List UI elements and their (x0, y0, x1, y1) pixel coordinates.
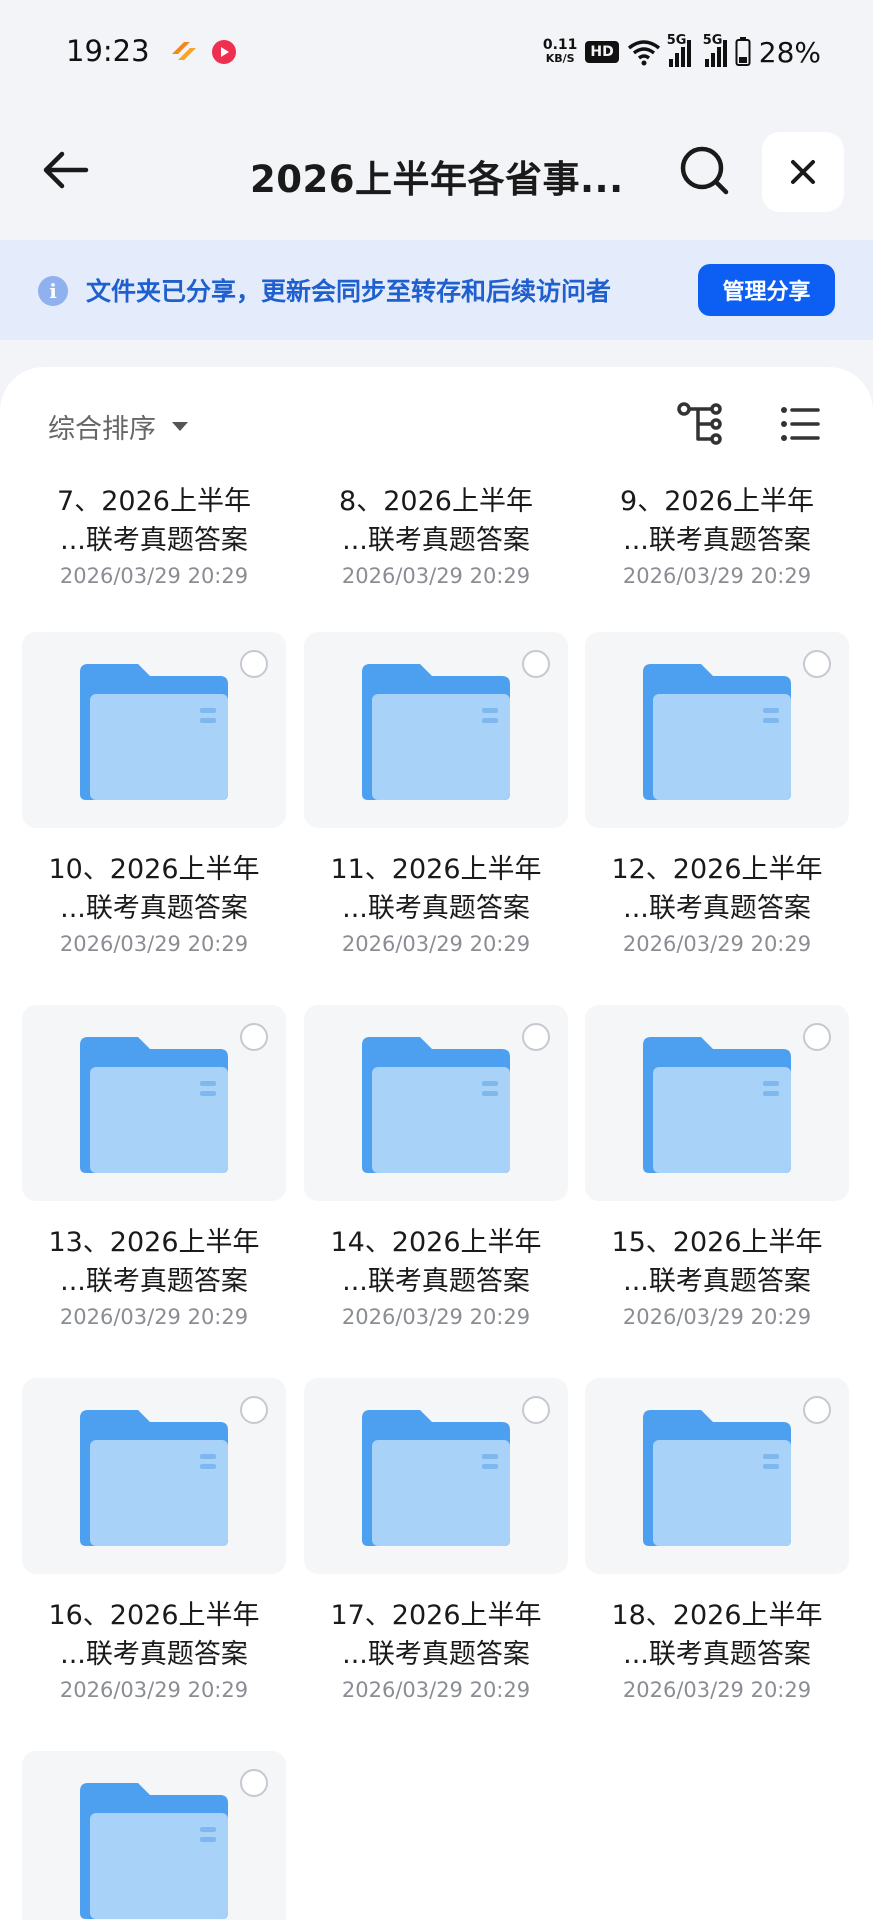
select-radio[interactable] (803, 1023, 831, 1051)
folder-thumbnail (22, 1378, 286, 1574)
share-notice-text: 文件夹已分享，更新会同步至转存和后续访问者 (86, 277, 612, 306)
info-icon: i (38, 276, 68, 306)
folder-icon (362, 1410, 510, 1546)
folder-item[interactable]: 18、2026上半年 ...联考真题答案 2026/03/29 20:29 (585, 1378, 849, 1702)
page-title: 2026上半年各省事... (250, 158, 624, 201)
select-radio[interactable] (240, 1023, 268, 1051)
battery-level: 28% (758, 35, 821, 69)
select-radio[interactable] (240, 1769, 268, 1797)
folder-thumbnail (585, 1005, 849, 1201)
select-radio[interactable] (522, 1396, 550, 1424)
folder-thumbnail (22, 632, 286, 828)
folder-icon (80, 1037, 228, 1173)
sort-label: 综合排序 (48, 414, 156, 445)
folder-item[interactable]: 14、2026上半年 ...联考真题答案 2026/03/29 20:29 (304, 1005, 568, 1329)
folder-thumbnail (304, 1005, 568, 1201)
status-time: 19:23 (66, 34, 150, 68)
folder-item[interactable]: 11、2026上半年 ...联考真题答案 2026/03/29 20:29 (304, 632, 568, 956)
app-notification-icon (172, 42, 196, 60)
caret-down-icon (172, 422, 188, 431)
tree-view-icon[interactable] (676, 401, 726, 447)
list-item[interactable]: 8、2026上半年 ...联考真题答案 2026/03/29 20:29 (304, 482, 568, 588)
folder-item[interactable]: 10、2026上半年 ...联考真题答案 2026/03/29 20:29 (22, 632, 286, 956)
folder-thumbnail (304, 632, 568, 828)
folder-icon (80, 664, 228, 800)
folder-icon (643, 1410, 791, 1546)
select-radio[interactable] (803, 1396, 831, 1424)
folder-icon (643, 664, 791, 800)
folder-item[interactable] (22, 1751, 286, 1920)
file-list-panel: 综合排序 7、2026上半年 ...联考真题答案 2026/03/29 20:2… (0, 367, 873, 1920)
status-icons: 0.11 KB/S HD 5G 5G 28% (543, 32, 821, 72)
list-view-icon[interactable] (780, 405, 820, 443)
video-app-icon (212, 40, 236, 64)
search-icon[interactable] (678, 144, 730, 196)
title-bar: 2026上半年各省事... (0, 105, 873, 240)
folder-item[interactable]: 15、2026上半年 ...联考真题答案 2026/03/29 20:29 (585, 1005, 849, 1329)
select-radio[interactable] (522, 1023, 550, 1051)
folder-thumbnail (304, 1378, 568, 1574)
folder-icon (80, 1410, 228, 1546)
wifi-icon (627, 40, 660, 66)
folder-thumbnail (22, 1005, 286, 1201)
select-radio[interactable] (803, 650, 831, 678)
folder-item[interactable]: 17、2026上半年 ...联考真题答案 2026/03/29 20:29 (304, 1378, 568, 1702)
select-radio[interactable] (240, 650, 268, 678)
folder-item[interactable]: 13、2026上半年 ...联考真题答案 2026/03/29 20:29 (22, 1005, 286, 1329)
share-banner: i 文件夹已分享，更新会同步至转存和后续访问者 管理分享 (0, 240, 873, 340)
close-icon (791, 160, 815, 184)
network-speed: 0.11 KB/S (542, 37, 578, 65)
manage-share-button[interactable]: 管理分享 (698, 264, 835, 316)
select-radio[interactable] (240, 1396, 268, 1424)
status-bar: 19:23 0.11 KB/S HD 5G 5G 28% (0, 0, 873, 105)
list-item[interactable]: 7、2026上半年 ...联考真题答案 2026/03/29 20:29 (22, 482, 286, 588)
folder-thumbnail (585, 632, 849, 828)
close-button[interactable] (762, 132, 844, 212)
back-arrow-icon[interactable] (40, 145, 90, 195)
folder-icon (80, 1783, 228, 1919)
folder-icon (362, 1037, 510, 1173)
folder-item[interactable]: 12、2026上半年 ...联考真题答案 2026/03/29 20:29 (585, 632, 849, 956)
select-radio[interactable] (522, 650, 550, 678)
sort-dropdown[interactable]: 综合排序 (48, 407, 188, 446)
signal-icon-2: 5G (703, 33, 727, 67)
signal-icon-1: 5G (667, 33, 691, 67)
list-item[interactable]: 9、2026上半年 ...联考真题答案 2026/03/29 20:29 (585, 482, 849, 588)
folder-icon (362, 664, 510, 800)
folder-thumbnail (585, 1378, 849, 1574)
hd-icon: HD (585, 41, 619, 63)
folder-item[interactable]: 16、2026上半年 ...联考真题答案 2026/03/29 20:29 (22, 1378, 286, 1702)
battery-icon (735, 37, 751, 66)
folder-icon (643, 1037, 791, 1173)
folder-thumbnail (22, 1751, 286, 1920)
